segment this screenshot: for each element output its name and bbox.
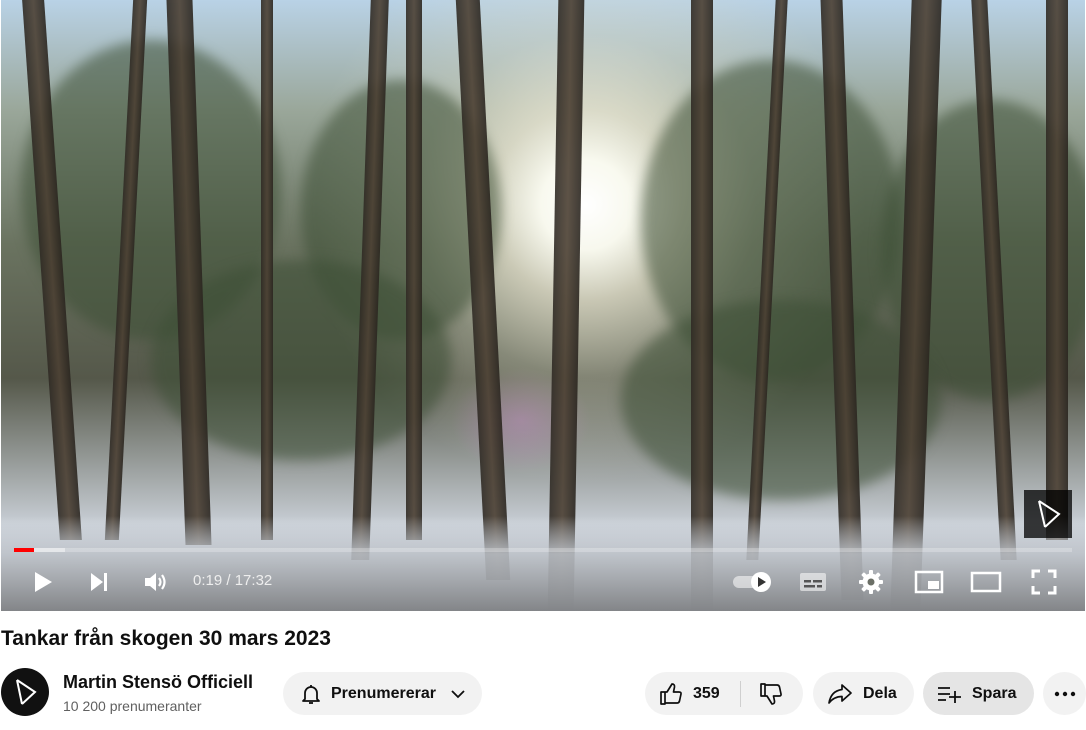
volume-icon: [145, 573, 166, 591]
video-title: Tankar från skogen 30 mars 2023: [1, 627, 331, 650]
save-button[interactable]: Spara: [923, 672, 1034, 715]
progress-bar[interactable]: [14, 548, 1072, 552]
time-separator: /: [226, 572, 231, 589]
channel-avatar[interactable]: [1, 668, 49, 716]
autoplay-toggle-icon: [733, 572, 771, 592]
save-icon: [938, 686, 961, 703]
progress-track: [14, 548, 1072, 552]
more-actions-button[interactable]: [1043, 672, 1086, 715]
channel-watermark[interactable]: [1024, 490, 1072, 538]
share-icon: [828, 683, 852, 704]
time-total: 17:32: [234, 572, 273, 589]
channel-name[interactable]: Martin Stensö Officiell: [63, 672, 253, 693]
like-icon: [660, 682, 682, 705]
watermark-logo-icon: [1038, 500, 1061, 528]
like-count: 359: [693, 684, 720, 702]
autoplay-toggle[interactable]: [729, 566, 775, 598]
volume-button[interactable]: [138, 564, 174, 600]
play-icon: [35, 572, 52, 592]
settings-icon: [859, 570, 883, 594]
subscribe-button[interactable]: Prenumererar: [283, 672, 482, 715]
theater-button[interactable]: [967, 564, 1005, 600]
video-foliage: [621, 300, 941, 500]
more-icon: [1054, 691, 1075, 696]
next-button[interactable]: [81, 564, 117, 600]
video-player[interactable]: 0:19 / 17:32: [1, 0, 1085, 611]
fullscreen-button[interactable]: [1026, 564, 1062, 600]
video-tree-trunk: [406, 0, 422, 540]
dislike-button[interactable]: [741, 672, 801, 715]
save-label: Spara: [972, 684, 1017, 702]
time-current: 0:19: [193, 572, 223, 589]
settings-button[interactable]: [853, 564, 889, 600]
theater-icon: [970, 571, 1002, 593]
chevron-down-icon: [451, 689, 465, 698]
subscriber-count: 10 200 prenumeranter: [63, 698, 202, 714]
channel-logo-icon: [16, 679, 37, 705]
video-tree-trunk: [261, 0, 273, 540]
dislike-icon: [760, 682, 782, 705]
next-icon: [91, 573, 107, 591]
like-button[interactable]: 359: [645, 672, 740, 715]
miniplayer-button[interactable]: [911, 564, 947, 600]
share-label: Dela: [863, 684, 897, 702]
subscribe-label: Prenumererar: [331, 684, 436, 702]
fullscreen-icon: [1031, 569, 1057, 595]
share-button[interactable]: Dela: [813, 672, 914, 715]
play-button[interactable]: [25, 564, 61, 600]
subtitles-button[interactable]: [795, 564, 831, 600]
miniplayer-icon: [914, 570, 944, 594]
bell-icon: [302, 684, 320, 704]
video-tree-trunk: [1046, 0, 1068, 540]
progress-played: [14, 548, 35, 552]
subtitles-icon: [800, 573, 826, 591]
like-dislike-group: 359: [645, 672, 803, 715]
time-display: 0:19 / 17:32: [193, 570, 272, 592]
